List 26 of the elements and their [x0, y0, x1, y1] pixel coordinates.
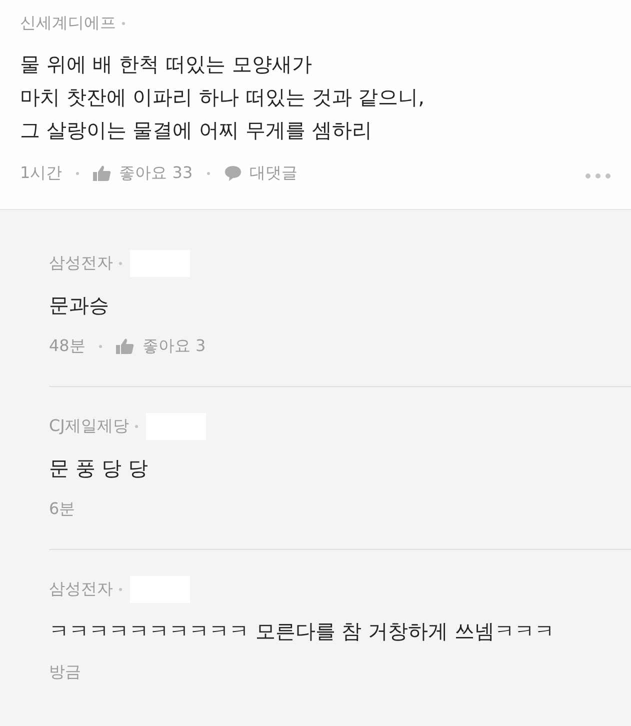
comment-author[interactable]: 신세계디에프	[20, 12, 116, 34]
more-options-icon[interactable]	[585, 172, 611, 178]
thumbs-up-icon	[93, 165, 112, 181]
separator-dot-icon	[206, 172, 210, 174]
reply-author[interactable]: CJ제일제당	[49, 416, 129, 436]
reply-text: 문과승	[49, 292, 110, 319]
thumbs-up-icon	[116, 338, 134, 354]
reply-author[interactable]: 삼성전자	[49, 252, 113, 274]
reply-author[interactable]: 삼성전자	[49, 578, 113, 600]
speech-bubble-icon	[224, 165, 242, 181]
like-button[interactable]: 좋아요 33	[119, 162, 193, 184]
reply-time: 방금	[49, 662, 81, 682]
separator-dot-icon	[76, 172, 80, 174]
separator-dot-icon	[99, 344, 102, 348]
comment-text: 물 위에 배 한척 떠있는 모양새가 마치 찻잔에 이파리 하나 떠있는 것과 같으니, 그 살랑이는 물결에 어찌 무게를 셈하리	[20, 51, 426, 144]
like-button[interactable]: 좋아요 3	[142, 336, 206, 356]
comment-time: 1시간	[20, 162, 62, 184]
separator-dot-icon	[134, 424, 138, 428]
reply-button[interactable]: 대댓글	[250, 162, 298, 184]
reply-text: 문 풍 당 당	[49, 455, 150, 482]
reply-time: 48분	[49, 336, 86, 356]
reply-text: ㅋㅋㅋㅋㅋㅋㅋㅋㅋㅋ 모른다를 참 거창하게 쓰넴ㅋㅋㅋ	[49, 618, 556, 645]
separator-dot-icon	[119, 588, 122, 590]
separator-dot-icon	[122, 22, 125, 24]
separator-dot-icon	[119, 262, 122, 264]
reply-time: 6분	[49, 498, 76, 520]
